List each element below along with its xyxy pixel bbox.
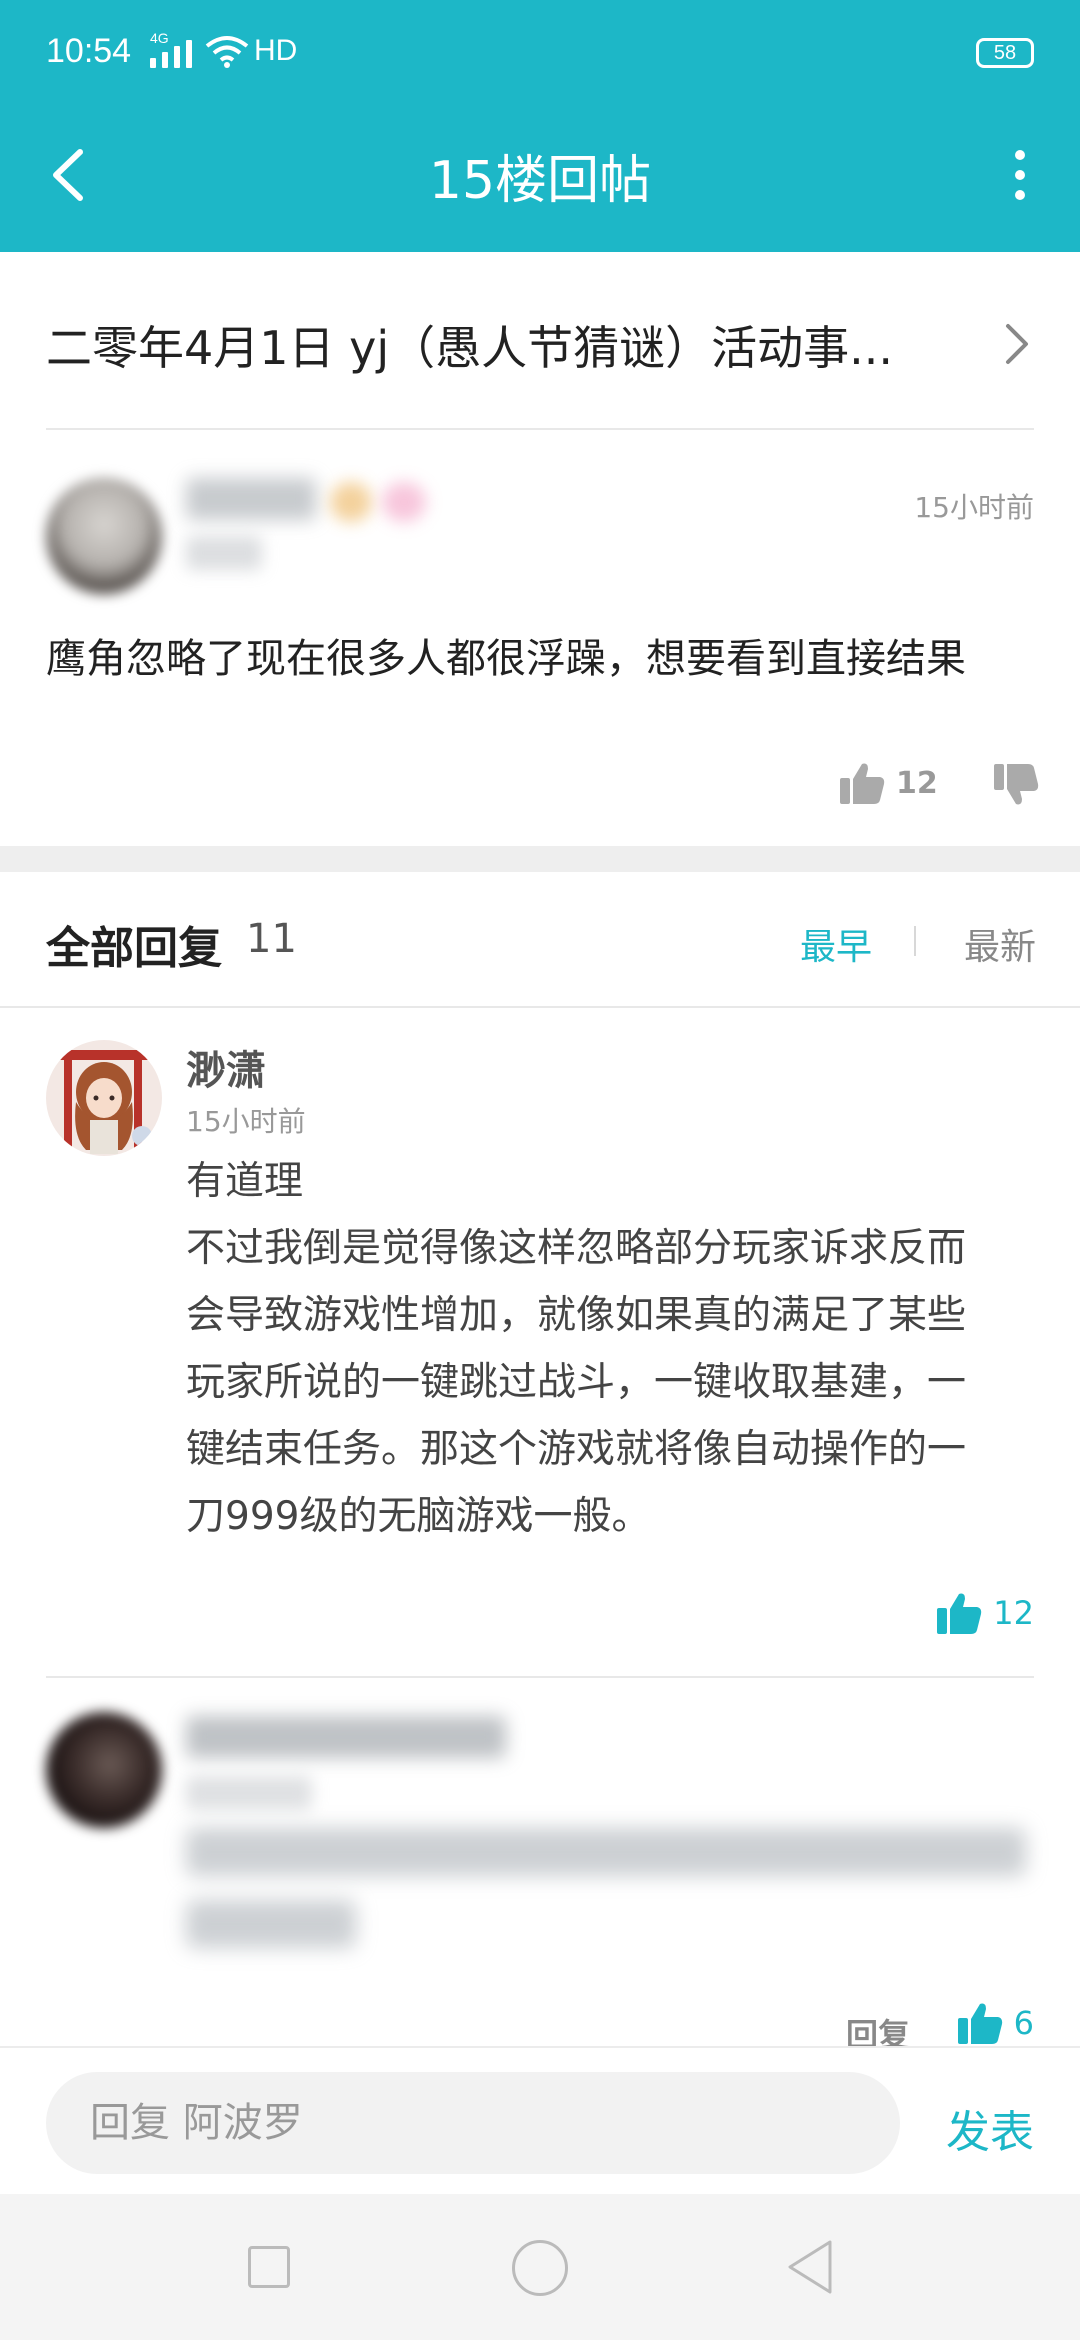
- sort-earliest-tab[interactable]: 最早: [800, 918, 872, 970]
- replies-label: 全部回复: [46, 923, 222, 974]
- more-vertical-icon[interactable]: [1000, 140, 1040, 210]
- reply-time-blurred: [186, 1776, 312, 1810]
- wifi-icon: [205, 36, 249, 68]
- status-bar: 10:54 4G HD 58: [0, 0, 1080, 110]
- like-count: 12: [993, 1594, 1034, 1632]
- status-time: 10:54: [46, 32, 132, 70]
- avatar[interactable]: [46, 1040, 162, 1156]
- send-button[interactable]: 发表: [946, 2096, 1034, 2160]
- system-navigation-bar: [0, 2194, 1080, 2340]
- like-button[interactable]: 6: [956, 2000, 1034, 2046]
- reply-line: 键结束任务。那这个游戏就将像自动操作的一: [186, 1427, 967, 1472]
- thumbs-up-icon: [957, 2003, 1002, 2044]
- thread-title: 二零年4月1日 yj（愚人节猜谜）活动事...: [46, 321, 894, 375]
- username-blurred: [186, 478, 316, 520]
- reply-username[interactable]: 渺潇: [186, 1038, 266, 1096]
- network-type: 4G: [150, 30, 169, 46]
- reply-line: 有道理: [186, 1159, 304, 1204]
- avatar[interactable]: [46, 1712, 162, 1828]
- hd-indicator: HD: [254, 34, 298, 67]
- level-badge-icon: [330, 482, 372, 522]
- like-button[interactable]: 12: [838, 760, 938, 806]
- top-app-bar: 10:54 4G HD 58 15楼回帖: [0, 0, 1080, 252]
- reply-line: 刀999级的无脑游戏一般。: [186, 1494, 651, 1539]
- replies-count: 11: [246, 916, 297, 962]
- floor-label-blurred: [186, 536, 262, 570]
- chevron-right-icon: [1006, 324, 1028, 364]
- reply-time: 15小时前: [186, 1105, 306, 1138]
- username-blurred: [186, 1716, 506, 1758]
- thread-title-link[interactable]: 二零年4月1日 yj（愚人节猜谜）活动事...: [0, 252, 1080, 430]
- back-triangle-icon[interactable]: [784, 2238, 834, 2296]
- thumbs-up-icon: [840, 763, 885, 804]
- reply-content-blurred: [186, 1900, 356, 1948]
- sort-separator: [914, 926, 916, 956]
- thumbs-down-icon[interactable]: [992, 762, 1040, 808]
- sort-newest-tab[interactable]: 最新: [964, 918, 1036, 970]
- reply-input[interactable]: [46, 2072, 900, 2174]
- reply-item: 回复 6: [0, 1678, 1080, 2054]
- post-content: 鹰角忽略了现在很多人都很浮躁，想要看到直接结果: [46, 636, 966, 682]
- like-button[interactable]: 12: [935, 1590, 1034, 1636]
- original-post: 15小时前 鹰角忽略了现在很多人都很浮躁，想要看到直接结果 12: [0, 430, 1080, 846]
- avatar[interactable]: [46, 478, 162, 594]
- replies-header: 全部回复 11 最早 最新: [0, 872, 1080, 1008]
- battery-icon: 58: [976, 38, 1034, 68]
- post-time: 15小时前: [914, 491, 1034, 524]
- cellular-signal-icon: 4G: [150, 30, 192, 68]
- reply-line: 不过我倒是觉得像这样忽略部分玩家诉求反而: [186, 1226, 967, 1271]
- page-title: 15楼回帖: [428, 151, 652, 211]
- reply-content: 有道理 不过我倒是觉得像这样忽略部分玩家诉求反而 会导致游戏性增加，就像如果真的…: [186, 1148, 1036, 1550]
- gender-badge-icon: [382, 482, 426, 522]
- reply-content-blurred: [186, 1828, 1026, 1876]
- thumbs-up-icon: [937, 1593, 982, 1634]
- reply-line: 会导致游戏性增加，就像如果真的满足了某些: [186, 1293, 967, 1338]
- navigation-bar: 15楼回帖: [0, 110, 1080, 252]
- reply-input-bar: 发表: [0, 2046, 1080, 2194]
- like-count: 6: [1013, 2004, 1034, 2042]
- recent-apps-icon[interactable]: [248, 2246, 290, 2288]
- like-count: 12: [896, 765, 938, 801]
- reply-line: 玩家所说的一键跳过战斗，一键收取基建，一: [186, 1360, 967, 1405]
- reply-item: 渺潇 15小时前 有道理 不过我倒是觉得像这样忽略部分玩家诉求反而 会导致游戏性…: [0, 1008, 1080, 1678]
- home-icon[interactable]: [512, 2240, 568, 2296]
- section-separator: [0, 846, 1080, 872]
